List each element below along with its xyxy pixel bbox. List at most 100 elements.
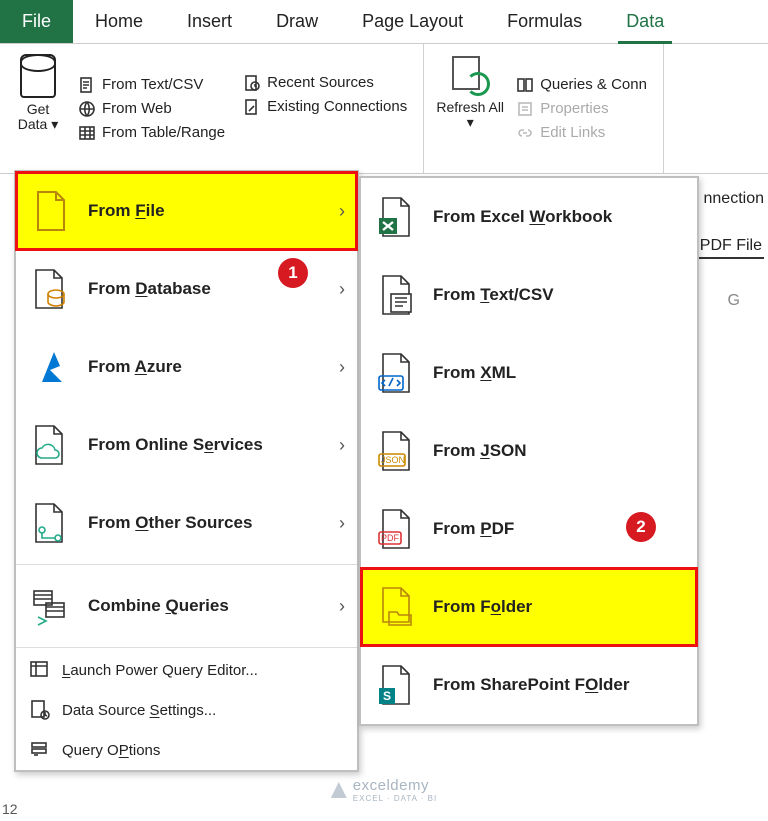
- properties-label: Properties: [540, 100, 608, 117]
- file-database-icon: [28, 266, 74, 312]
- submenu-from-text-csv[interactable]: From Text/CSV: [361, 256, 697, 334]
- svg-text:JSON: JSON: [381, 455, 405, 465]
- submenu-from-xml[interactable]: From XML: [361, 334, 697, 412]
- tab-formulas[interactable]: Formulas: [485, 0, 604, 43]
- edit-links-button[interactable]: Edit Links: [516, 124, 647, 142]
- file-link-icon: [243, 98, 261, 116]
- chevron-right-icon: ›: [339, 435, 345, 456]
- menu-separator: [16, 564, 357, 565]
- watermark: exceldemy EXCEL · DATA · BI: [331, 777, 437, 803]
- edit-links-label: Edit Links: [540, 124, 605, 141]
- submenu-from-text-csv-label: From Text/CSV: [433, 285, 685, 305]
- submenu-from-json[interactable]: JSON From JSON: [361, 412, 697, 490]
- data-source-settings-icon: [28, 698, 52, 722]
- file-xml-icon: [373, 350, 419, 396]
- chevron-right-icon: ›: [339, 201, 345, 222]
- callout-badge-2: 2: [626, 512, 656, 542]
- svg-text:S: S: [383, 689, 391, 703]
- watermark-brand: exceldemy: [353, 777, 437, 794]
- file-json-icon: JSON: [373, 428, 419, 474]
- callout-badge-1: 1: [278, 258, 308, 288]
- menu-launch-power-query-label: Launch Power Query Editor...: [62, 662, 345, 679]
- pdf-file-fragment: PDF File: [698, 235, 764, 259]
- queries-icon: [516, 76, 534, 94]
- refresh-all-button[interactable]: Refresh All ▾: [434, 50, 506, 167]
- menu-from-other-sources-label: From Other Sources: [88, 513, 339, 533]
- existing-connections-label: Existing Connections: [267, 98, 407, 115]
- tab-data-label: Data: [626, 11, 664, 32]
- watermark-sub: EXCEL · DATA · BI: [353, 794, 437, 803]
- azure-icon: [28, 344, 74, 390]
- power-query-icon: [28, 658, 52, 682]
- menu-data-source-settings[interactable]: Data Source Settings...: [16, 690, 357, 730]
- tab-file-label: File: [22, 11, 51, 32]
- from-table-range-label: From Table/Range: [102, 124, 225, 141]
- submenu-from-xml-label: From XML: [433, 363, 685, 383]
- recent-sources-label: Recent Sources: [267, 74, 374, 91]
- file-pdf-icon: PDF: [373, 506, 419, 552]
- menu-from-database[interactable]: From Database ›: [16, 250, 357, 328]
- menu-from-file-label: From File: [88, 201, 339, 221]
- tab-insert[interactable]: Insert: [165, 0, 254, 43]
- chevron-right-icon: ›: [339, 596, 345, 617]
- properties-icon: [516, 100, 534, 118]
- clock-file-icon: [243, 74, 261, 92]
- badge-1-text: 1: [288, 263, 297, 283]
- watermark-logo-icon: [331, 782, 347, 798]
- recent-sources-button[interactable]: Recent Sources: [243, 74, 407, 92]
- from-web-button[interactable]: From Web: [78, 100, 225, 118]
- submenu-from-folder[interactable]: From Folder: [361, 568, 697, 646]
- combine-tables-icon: [28, 583, 74, 629]
- chevron-down-icon: ▾: [51, 116, 58, 132]
- existing-connections-button[interactable]: Existing Connections: [243, 98, 407, 116]
- menu-from-azure-label: From Azure: [88, 357, 339, 377]
- get-data-button[interactable]: Get Data ▾: [10, 50, 66, 167]
- tab-file[interactable]: File: [0, 0, 73, 43]
- submenu-from-excel-workbook[interactable]: From Excel Workbook: [361, 178, 697, 256]
- file-cloud-icon: [28, 422, 74, 468]
- menu-from-other-sources[interactable]: From Other Sources ›: [16, 484, 357, 562]
- row-number-12: 12: [2, 801, 18, 817]
- refresh-all-label: Refresh All: [436, 99, 504, 115]
- ribbon-tabs: File Home Insert Draw Page Layout Formul…: [0, 0, 768, 44]
- menu-query-options[interactable]: Query OPtions: [16, 730, 357, 770]
- properties-button[interactable]: Properties: [516, 100, 647, 118]
- connections-fragment: nnection: [704, 190, 765, 208]
- get-data-label: Get Data: [18, 101, 50, 132]
- globe-icon: [78, 100, 96, 118]
- chevron-right-icon: ›: [339, 357, 345, 378]
- file-icon: [28, 188, 74, 234]
- queries-connections-label: Queries & Conn: [540, 76, 647, 93]
- tab-home-label: Home: [95, 11, 143, 32]
- from-text-csv-label: From Text/CSV: [102, 76, 203, 93]
- menu-launch-power-query[interactable]: Launch Power Query Editor...: [16, 650, 357, 690]
- database-icon: [20, 54, 56, 98]
- submenu-from-sharepoint-folder-label: From SharePoint FOlder: [433, 675, 685, 695]
- file-excel-icon: [373, 194, 419, 240]
- tab-home[interactable]: Home: [73, 0, 165, 43]
- menu-from-file[interactable]: From File ›: [16, 172, 357, 250]
- menu-from-azure[interactable]: From Azure ›: [16, 328, 357, 406]
- chevron-right-icon: ›: [339, 513, 345, 534]
- column-g-header: G: [728, 292, 740, 310]
- submenu-from-folder-label: From Folder: [433, 597, 685, 617]
- queries-connections-button[interactable]: Queries & Conn: [516, 76, 647, 94]
- file-text-icon: [78, 76, 96, 94]
- submenu-from-sharepoint-folder[interactable]: S From SharePoint FOlder: [361, 646, 697, 724]
- tab-insert-label: Insert: [187, 11, 232, 32]
- file-text-icon: [373, 272, 419, 318]
- file-folder-icon: [373, 584, 419, 630]
- from-table-range-button[interactable]: From Table/Range: [78, 124, 225, 142]
- file-flow-icon: [28, 500, 74, 546]
- ribbon: Get Data ▾ From Text/CSV From Web From T…: [0, 44, 768, 174]
- menu-from-online-services[interactable]: From Online Services ›: [16, 406, 357, 484]
- tab-page-layout[interactable]: Page Layout: [340, 0, 485, 43]
- from-text-csv-button[interactable]: From Text/CSV: [78, 76, 225, 94]
- menu-combine-queries[interactable]: Combine Queries ›: [16, 567, 357, 645]
- menu-query-options-label: Query OPtions: [62, 742, 345, 759]
- chevron-right-icon: ›: [339, 279, 345, 300]
- tab-draw[interactable]: Draw: [254, 0, 340, 43]
- tab-page-layout-label: Page Layout: [362, 11, 463, 32]
- tab-draw-label: Draw: [276, 11, 318, 32]
- tab-data[interactable]: Data: [604, 0, 686, 43]
